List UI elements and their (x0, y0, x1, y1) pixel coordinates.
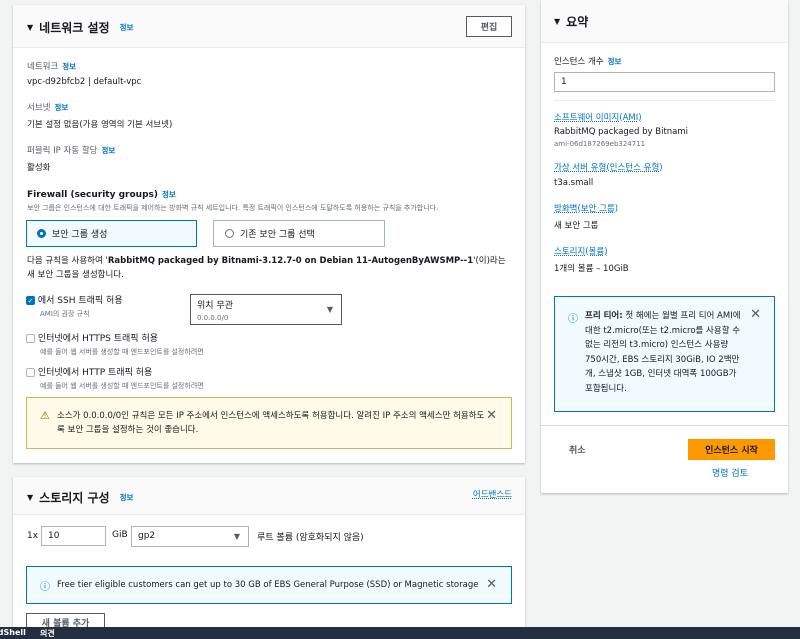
https-rule[interactable]: 인터넷에서 HTTPS 트래픽 허용예를 들어 웹 서버를 생성할 때 엔드포인… (26, 331, 204, 357)
firewall-link[interactable]: 방화벽(보안 그룹) (554, 202, 779, 214)
ami-value: RabbitMQ packaged by Bitnami (554, 127, 689, 137)
instance-type-value: t3a.small (554, 178, 594, 188)
network-label: 네트워크 정보 (27, 62, 77, 72)
ssh-sub: AMI의 권장 규칙 (40, 310, 90, 318)
public-ip-label: 퍼블릭 IP 자동 할당 정보 (27, 146, 116, 156)
storage-header: ▼ 스토리지 구성 정보 어드밴스드 (13, 477, 525, 515)
collapse-icon[interactable]: ▼ (554, 17, 560, 26)
source-cidr: 0.0.0.0/0 (197, 314, 229, 322)
public-ip-value: 활성화 (27, 163, 51, 173)
subnet-value: 기본 설정 없음(가용 영역의 기본 서브넷) (27, 120, 173, 130)
radio-label: 보안 그룹 생성 (52, 230, 108, 240)
radio-label: 기존 보안 그룹 선택 (240, 230, 315, 240)
free-tier-storage-notice: ⓘ Free tier eligible customers can get u… (26, 566, 512, 604)
instances-input[interactable]: 1 (554, 72, 775, 92)
firewall-description: 보안 그룹은 인스턴스에 대한 트래픽을 제어하는 방화벽 규칙 세트입니다. … (27, 204, 439, 212)
storage-title[interactable]: ▼ 스토리지 구성 정보 (27, 489, 133, 506)
storage-value: 1개의 볼륨 – 10GiB (554, 264, 629, 274)
info-icon: ⓘ (568, 314, 578, 325)
volume-type-value: gp2 (138, 531, 156, 541)
firewall-value: 새 보안 그룹 (554, 221, 599, 231)
warning-text: 소스가 0.0.0.0/0인 규칙은 모든 IP 주소에서 인스턴스에 액세스하… (57, 411, 485, 435)
volume-unit: GiB (112, 530, 128, 540)
https-label: 인터넷에서 HTTPS 트래픽 허용 (37, 334, 159, 344)
volume-count: 1x (27, 531, 39, 541)
launch-instance-button[interactable]: 인스턴스 시작 (688, 439, 775, 460)
section-title: 요약 (566, 15, 589, 29)
feedback-link[interactable]: 의견 (40, 628, 55, 639)
review-commands-link[interactable]: 명령 검토 (712, 466, 748, 479)
close-icon[interactable]: ✕ (486, 577, 497, 592)
summary-panel: ▼ 요약 인스턴스 개수 정보 1 소프트웨어 이미지(AMI) RabbitMQ … (541, 0, 788, 493)
ami-id: ami-06d187269eb324711 (554, 140, 646, 148)
edit-button[interactable]: 편집 (466, 16, 512, 37)
divider (541, 425, 788, 426)
close-icon[interactable]: ✕ (750, 307, 761, 322)
network-header: ▼ 네트워크 설정 정보 편집 (13, 5, 525, 48)
rule-intro: 다음 규칙을 사용하여 'RabbitMQ packaged by Bitnam… (27, 256, 506, 280)
chevron-down-icon: ▼ (326, 305, 333, 314)
summary-header: ▼ 요약 (541, 0, 788, 43)
http-label: 인터넷에서 HTTP 트래픽 허용 (37, 368, 153, 378)
section-title: 네트워크 설정 (39, 21, 110, 35)
volume-size-input[interactable]: 10 (41, 526, 106, 546)
http-checkbox[interactable] (26, 368, 35, 377)
volume-type-select[interactable]: gp2 ▼ (131, 526, 249, 547)
https-checkbox[interactable] (26, 334, 35, 343)
warning-icon: ⚠ (40, 409, 50, 422)
info-link[interactable]: 정보 (120, 22, 134, 33)
advanced-link[interactable]: 어드밴스드 (473, 488, 512, 500)
ssh-label: 에서 SSH 트래픽 허용 (37, 296, 123, 306)
storage-link[interactable]: 스토리지(볼륨) (554, 245, 779, 257)
source-select-value: 위치 무관 (197, 301, 233, 311)
collapse-icon[interactable]: ▼ (27, 23, 33, 32)
http-rule[interactable]: 인터넷에서 HTTP 트래픽 허용예를 들어 웹 서버를 생성할 때 엔드포인트… (26, 365, 204, 391)
info-link[interactable]: 정보 (162, 190, 176, 199)
instance-type-link[interactable]: 가상 서버 유형(인스턴스 유형) (554, 161, 779, 173)
https-sub: 예를 들어 웹 서버를 생성할 때 엔드포인트를 설정하려면 (40, 348, 204, 356)
network-settings-panel: ▼ 네트워크 설정 정보 편집 네트워크 정보 vpc-d92bfcb2 | defa… (13, 5, 525, 463)
free-tier-alert: ⓘ 프리 티어: 첫 해에는 월별 프리 티어 AMI에 대한 t2.micro… (554, 296, 775, 412)
info-link[interactable]: 정보 (608, 57, 622, 66)
subnet-label: 서브넷 정보 (27, 103, 69, 113)
firewall-title: Firewall (security groups) 정보 (27, 190, 176, 200)
info-icon: ⓘ (40, 582, 50, 593)
cancel-button[interactable]: 취소 (569, 443, 586, 456)
ssh-checkbox[interactable]: ✓ (26, 296, 35, 305)
notice-text: Free tier eligible customers can get up … (57, 580, 479, 590)
section-title: 스토리지 구성 (39, 491, 110, 505)
network-title[interactable]: ▼ 네트워크 설정 정보 (27, 19, 133, 36)
console-footer: CloudShell 의견 (0, 627, 800, 639)
divider (554, 100, 775, 101)
source-select[interactable]: 위치 무관 0.0.0.0/0 ▼ (190, 294, 342, 325)
instances-label: 인스턴스 개수 정보 (554, 57, 622, 67)
cloudshell-link[interactable]: CloudShell (0, 628, 26, 637)
radio-unselected-icon (225, 229, 234, 238)
radio-selected-icon (37, 229, 46, 238)
chevron-down-icon: ▼ (233, 532, 240, 541)
close-icon[interactable]: ✕ (486, 408, 497, 423)
info-link[interactable]: 정보 (101, 146, 115, 155)
info-link[interactable]: 정보 (120, 492, 134, 503)
ssh-rule[interactable]: ✓ 에서 SSH 트래픽 허용 AMI의 권장 규칙 (26, 293, 123, 319)
radio-create-security-group[interactable]: 보안 그룹 생성 (26, 220, 197, 247)
info-link[interactable]: 정보 (54, 103, 68, 112)
radio-existing-security-group[interactable]: 기존 보안 그룹 선택 (213, 220, 385, 247)
summary-title[interactable]: ▼ 요약 (554, 13, 588, 30)
http-sub: 예를 들어 웹 서버를 생성할 때 엔드포인트를 설정하려면 (40, 382, 204, 390)
storage-panel: ▼ 스토리지 구성 정보 어드밴스드 1x 10 GiB gp2 ▼ 루트 볼륨 (암… (13, 477, 525, 637)
free-tier-text: 프리 티어: 첫 해에는 월별 프리 티어 AMI에 대한 t2.micro(또… (585, 311, 741, 394)
info-link[interactable]: 정보 (62, 62, 76, 71)
root-volume-label: 루트 볼륨 (암호화되지 않음) (257, 533, 364, 543)
ami-link[interactable]: 소프트웨어 이미지(AMI) (554, 111, 779, 123)
warning-alert: ⚠ 소스가 0.0.0.0/0인 규칙은 모든 IP 주소에서 인스턴스에 액세… (26, 397, 512, 449)
collapse-icon[interactable]: ▼ (27, 493, 33, 502)
network-value: vpc-d92bfcb2 | default-vpc (27, 77, 142, 87)
